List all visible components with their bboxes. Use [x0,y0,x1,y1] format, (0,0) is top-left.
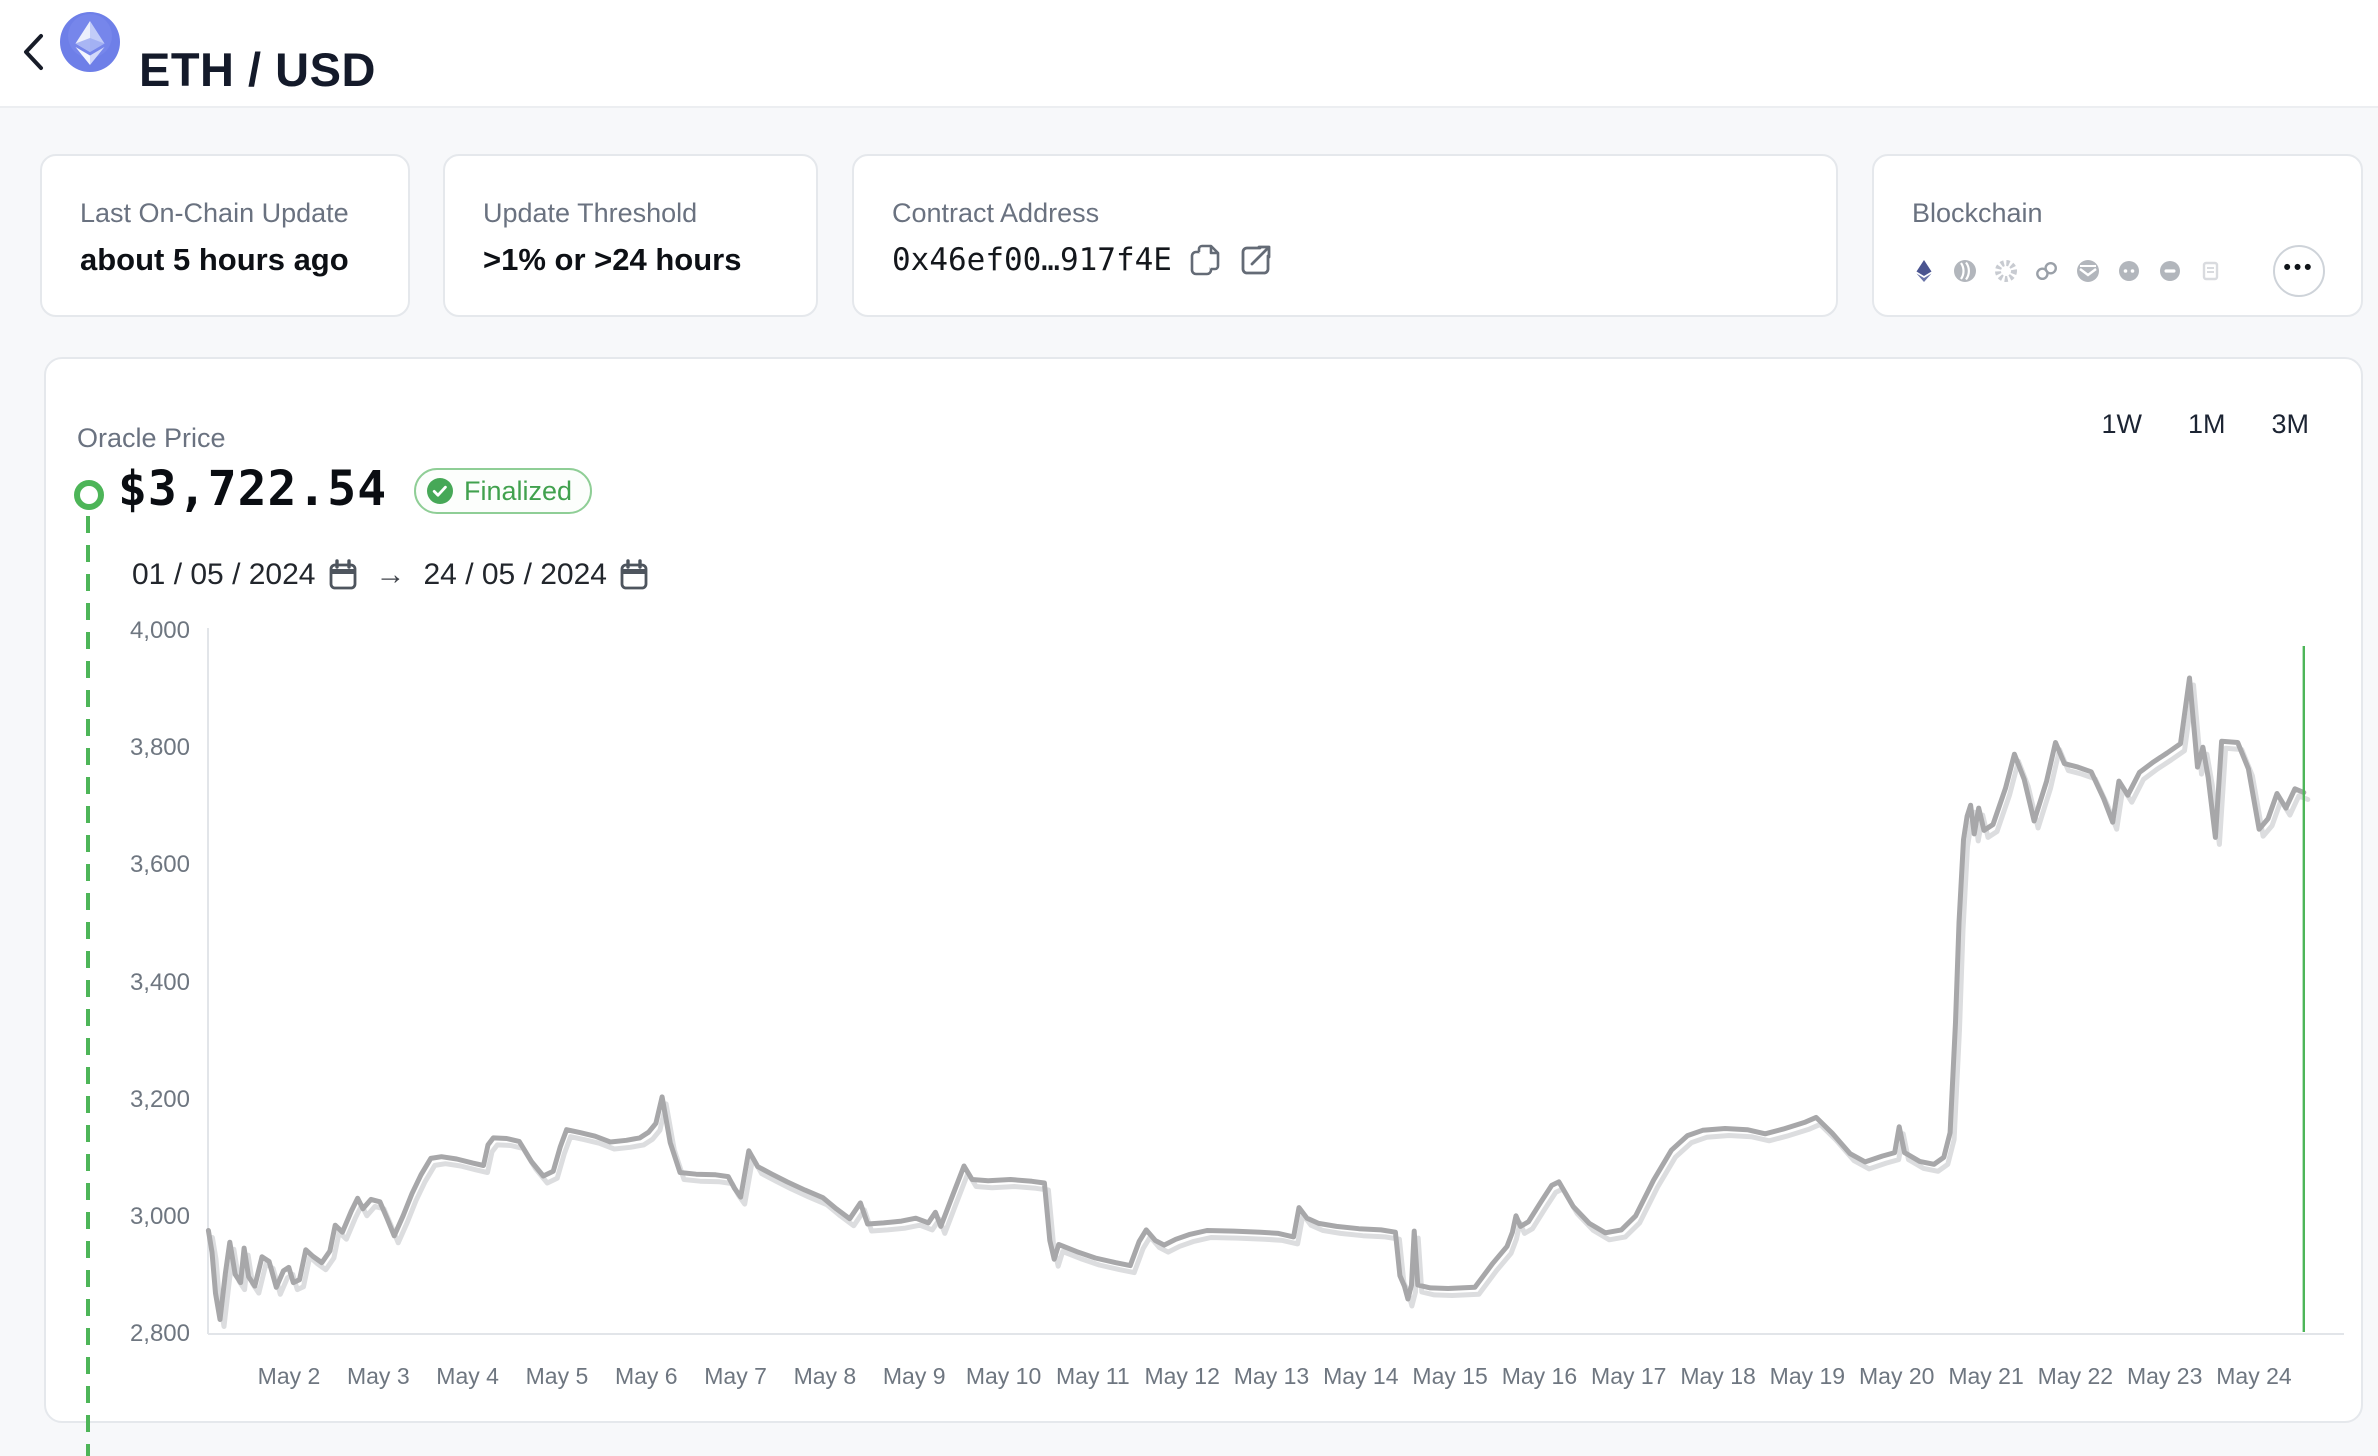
card-label: Update Threshold [483,198,697,229]
sunburst-icon[interactable] [1994,259,2018,283]
coin-icon[interactable] [1953,259,1977,283]
date-from-value: 01 / 05 / 2024 [132,558,316,592]
oracle-price-panel: Oracle Price $3,722.54 Finalized 01 / 05… [44,357,2363,1423]
last-update-value: about 5 hours ago [80,242,349,278]
y-tick-label: 3,400 [70,969,190,997]
price-marker-ring [74,480,104,510]
range-1m-button[interactable]: 1M [2188,409,2226,440]
page-title: ETH / USD [139,42,376,97]
dash-circle-icon[interactable] [2158,259,2182,283]
oracle-price-label: Oracle Price [77,423,226,454]
calendar-icon [328,559,358,591]
card-contract-address: Contract Address 0x46ef00…917f4E [852,154,1838,317]
y-tick-label: 2,800 [70,1320,190,1348]
date-to-picker[interactable]: 24 / 05 / 2024 [424,558,650,592]
y-tick-label: 3,600 [70,851,190,879]
eth-logo-icon [60,12,120,72]
y-tick-label: 3,200 [70,1086,190,1114]
y-tick-label: 4,000 [70,617,190,645]
y-tick-label: 3,800 [70,734,190,762]
page-header: ETH / USD [0,0,2378,108]
card-update-threshold: Update Threshold >1% or >24 hours [443,154,818,317]
card-blockchain: Blockchain ••• [1872,154,2363,317]
link-icon[interactable] [2035,259,2059,283]
more-blockchains-button[interactable]: ••• [2273,245,2325,297]
threshold-value: >1% or >24 hours [483,242,741,278]
range-1w-button[interactable]: 1W [2101,409,2142,440]
oracle-price-value: $3,722.54 [118,461,387,517]
external-link-icon [1238,242,1274,278]
card-label: Last On-Chain Update [80,198,349,229]
view-on-explorer-button[interactable] [1238,242,1274,278]
card-last-onchain-update: Last On-Chain Update about 5 hours ago [40,154,410,317]
date-from-picker[interactable]: 01 / 05 / 2024 [132,558,358,592]
back-button[interactable] [14,28,54,76]
y-tick-label: 3,000 [70,1203,190,1231]
calendar-icon [619,559,649,591]
date-to-value: 24 / 05 / 2024 [424,558,608,592]
chevron-left-icon [17,28,51,76]
scroll-icon[interactable] [2199,259,2223,283]
contract-address-value: 0x46ef00…917f4E [892,242,1172,278]
x-tick-label: May 24 [2194,1363,2314,1390]
time-range-buttons: 1W 1M 3M [2101,409,2309,440]
copy-icon [1188,242,1222,278]
blockchain-icons-row [1912,259,2223,283]
status-badge: Finalized [414,468,592,514]
card-label: Blockchain [1912,198,2043,229]
dots-circle-icon[interactable] [2117,259,2141,283]
card-label: Contract Address [892,198,1099,229]
ethereum-icon[interactable] [1912,259,1936,283]
date-range-row: 01 / 05 / 2024 → 24 / 05 / 2024 [132,553,649,597]
status-badge-label: Finalized [464,476,572,507]
globe-icon[interactable] [2076,259,2100,283]
copy-address-button[interactable] [1188,242,1222,278]
check-circle-icon [426,477,454,505]
arrow-right-icon: → [376,558,406,592]
range-3m-button[interactable]: 3M [2271,409,2309,440]
